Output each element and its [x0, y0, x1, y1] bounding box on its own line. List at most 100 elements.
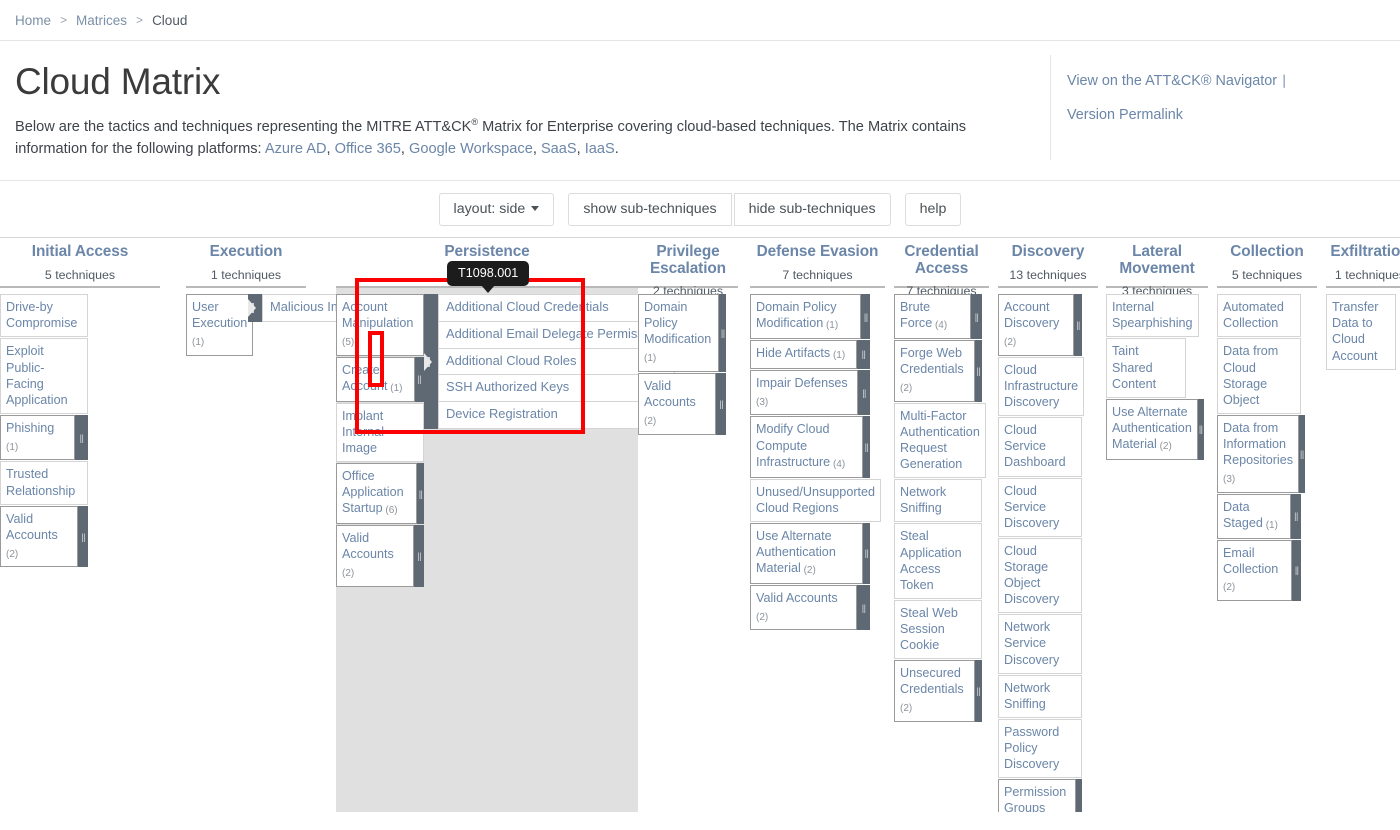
technique-name[interactable]: Implant Internal Image [336, 402, 424, 463]
platform-link-office-365[interactable]: Office 365 [335, 141, 401, 157]
expand-sub-techniques-handle[interactable] [719, 294, 726, 372]
technique-name[interactable]: Office Application Startup (6) [336, 463, 418, 525]
technique-name[interactable]: Drive-by Compromise [0, 294, 88, 338]
technique-cell[interactable]: Network Service Discovery [998, 614, 1082, 674]
expand-sub-techniques-handle[interactable] [716, 373, 726, 435]
expand-sub-techniques-handle[interactable] [857, 584, 870, 631]
technique-name[interactable]: Network Sniffing [998, 674, 1082, 718]
expand-sub-techniques-handle[interactable] [862, 416, 870, 478]
expand-sub-techniques-handle[interactable] [1299, 414, 1305, 493]
technique-cell[interactable]: Email Collection (2) [1217, 539, 1301, 602]
technique-cell[interactable]: Use Alternate Authentication Material (2… [750, 522, 870, 584]
technique-cell[interactable]: Create Account (1) [336, 356, 424, 402]
technique-name[interactable]: Permission Groups Discovery (1) [998, 779, 1076, 813]
technique-name[interactable]: Impair Defenses (3) [750, 369, 859, 416]
expand-sub-techniques-handle[interactable] [1074, 294, 1082, 356]
technique-name[interactable]: Exploit Public-Facing Application [0, 338, 88, 414]
technique-name[interactable]: Hide Artifacts (1) [750, 340, 857, 369]
layout-dropdown-button[interactable]: layout: side [438, 192, 555, 226]
technique-name[interactable]: Cloud Service Dashboard [998, 417, 1082, 477]
technique-name[interactable]: Brute Force (4) [894, 294, 972, 340]
technique-name[interactable]: Network Service Discovery [998, 614, 1082, 674]
tactic-name[interactable]: Collection [1217, 243, 1317, 260]
technique-cell[interactable]: Unsecured Credentials (2) [894, 660, 982, 722]
expand-sub-techniques-handle[interactable] [1197, 398, 1204, 460]
technique-name[interactable]: Multi-Factor Authentication Request Gene… [894, 402, 986, 479]
tactic-name[interactable]: Lateral Movement [1106, 244, 1208, 277]
expand-sub-techniques-handle[interactable] [1292, 539, 1301, 602]
technique-cell[interactable]: Data from Information Repositories (3) [1217, 414, 1305, 493]
technique-cell[interactable]: Domain Policy Modification (1) [750, 294, 870, 340]
technique-cell[interactable]: Trusted Relationship [0, 461, 88, 505]
technique-name[interactable]: Network Sniffing [894, 479, 982, 523]
breadcrumb-item-home[interactable]: Home [15, 13, 51, 28]
technique-name[interactable]: Internal Spearphishing [1106, 294, 1199, 338]
technique-cell[interactable]: Multi-Factor Authentication Request Gene… [894, 402, 986, 479]
expand-sub-techniques-handle[interactable] [414, 356, 424, 402]
technique-cell[interactable]: Impair Defenses (3) [750, 369, 870, 416]
tactic-name[interactable]: Initial Access [0, 243, 160, 260]
technique-name[interactable]: Account Manipulation (5) [336, 294, 424, 356]
collapse-sub-techniques-handle[interactable] [248, 294, 262, 322]
technique-cell[interactable]: Valid Accounts (2) [750, 584, 870, 631]
tactic-name[interactable]: Credential Access [894, 244, 989, 277]
breadcrumb-item-matrices[interactable]: Matrices [76, 13, 127, 28]
version-permalink-link[interactable]: Version Permalink [1067, 107, 1400, 123]
platform-link-google-workspace[interactable]: Google Workspace [409, 141, 533, 157]
technique-cell[interactable]: Data Staged (1) [1217, 493, 1301, 539]
navigator-link[interactable]: View on the ATT&CK® Navigator ⎪ [1067, 73, 1400, 89]
platform-link-saas[interactable]: SaaS [541, 141, 577, 157]
technique-cell[interactable]: Phishing (1) [0, 414, 88, 461]
technique-cell[interactable]: Use Alternate Authentication Material (2… [1106, 398, 1204, 460]
help-button[interactable]: help [904, 192, 962, 226]
expand-sub-techniques-handle[interactable] [414, 525, 424, 587]
technique-name[interactable]: Data from Information Repositories (3) [1217, 414, 1299, 493]
tactic-name[interactable]: Privilege Escalation [638, 244, 738, 277]
technique-cell[interactable]: Network Sniffing [894, 479, 982, 523]
technique-name[interactable]: Automated Collection [1217, 294, 1301, 338]
technique-name[interactable]: Data from Cloud Storage Object [1217, 338, 1301, 414]
technique-name[interactable]: Cloud Infrastructure Discovery [998, 356, 1085, 417]
technique-name[interactable]: Account Discovery (2) [998, 294, 1075, 356]
technique-name[interactable]: Valid Accounts (2) [336, 525, 415, 587]
tactic-name[interactable]: Defense Evasion [750, 243, 885, 260]
technique-name[interactable]: Valid Accounts (2) [638, 373, 717, 435]
technique-name[interactable]: Create Account (1) [336, 356, 415, 402]
show-sub-techniques-button[interactable]: show sub-techniques [568, 192, 732, 226]
collapse-sub-techniques-handle[interactable] [424, 294, 438, 430]
expand-sub-techniques-handle[interactable] [862, 522, 870, 584]
expand-sub-techniques-handle[interactable] [971, 294, 982, 340]
technique-cell[interactable]: Valid Accounts (2) [336, 525, 424, 587]
technique-cell[interactable]: Forge Web Credentials (2) [894, 340, 982, 402]
expand-sub-techniques-handle[interactable] [974, 660, 982, 722]
technique-cell[interactable]: Data from Cloud Storage Object [1217, 338, 1301, 414]
technique-name[interactable]: Cloud Storage Object Discovery [998, 537, 1082, 614]
technique-name[interactable]: Valid Accounts (2) [0, 505, 79, 568]
technique-cell[interactable]: Brute Force (4) [894, 294, 982, 340]
technique-cell-expanded[interactable]: Account Manipulation (5) [336, 294, 424, 356]
technique-cell[interactable]: Office Application Startup (6) [336, 463, 424, 525]
technique-cell[interactable]: Valid Accounts (2) [638, 373, 726, 435]
technique-cell[interactable]: Modify Cloud Compute Infrastructure (4) [750, 416, 870, 478]
platform-link-azure-ad[interactable]: Azure AD [265, 141, 327, 157]
technique-cell[interactable]: Cloud Infrastructure Discovery [998, 356, 1085, 417]
expand-sub-techniques-handle[interactable] [974, 340, 982, 402]
technique-cell[interactable]: Steal Web Session Cookie [894, 599, 982, 660]
technique-name[interactable]: Email Collection (2) [1217, 539, 1293, 602]
technique-name[interactable]: Unsecured Credentials (2) [894, 660, 975, 722]
technique-cell[interactable]: Hide Artifacts (1) [750, 340, 870, 369]
tactic-name[interactable]: Persistence [336, 243, 638, 260]
tactic-name[interactable]: Execution [186, 243, 306, 260]
technique-cell[interactable]: Drive-by Compromise [0, 294, 88, 338]
technique-cell[interactable]: Unused/Unsupported Cloud Regions [750, 478, 882, 522]
technique-cell[interactable]: Steal Application Access Token [894, 523, 982, 599]
expand-sub-techniques-handle[interactable] [858, 369, 870, 416]
technique-cell[interactable]: Taint Shared Content [1106, 338, 1186, 398]
hide-sub-techniques-button[interactable]: hide sub-techniques [733, 192, 891, 226]
expand-sub-techniques-handle[interactable] [861, 294, 870, 340]
technique-cell[interactable]: Transfer Data to Cloud Account [1326, 294, 1396, 370]
technique-cell[interactable]: Cloud Service Discovery [998, 477, 1082, 537]
technique-name[interactable]: Trusted Relationship [0, 461, 88, 505]
technique-name[interactable]: Use Alternate Authentication Material (2… [750, 522, 863, 584]
technique-cell[interactable]: Exploit Public-Facing Application [0, 338, 88, 414]
